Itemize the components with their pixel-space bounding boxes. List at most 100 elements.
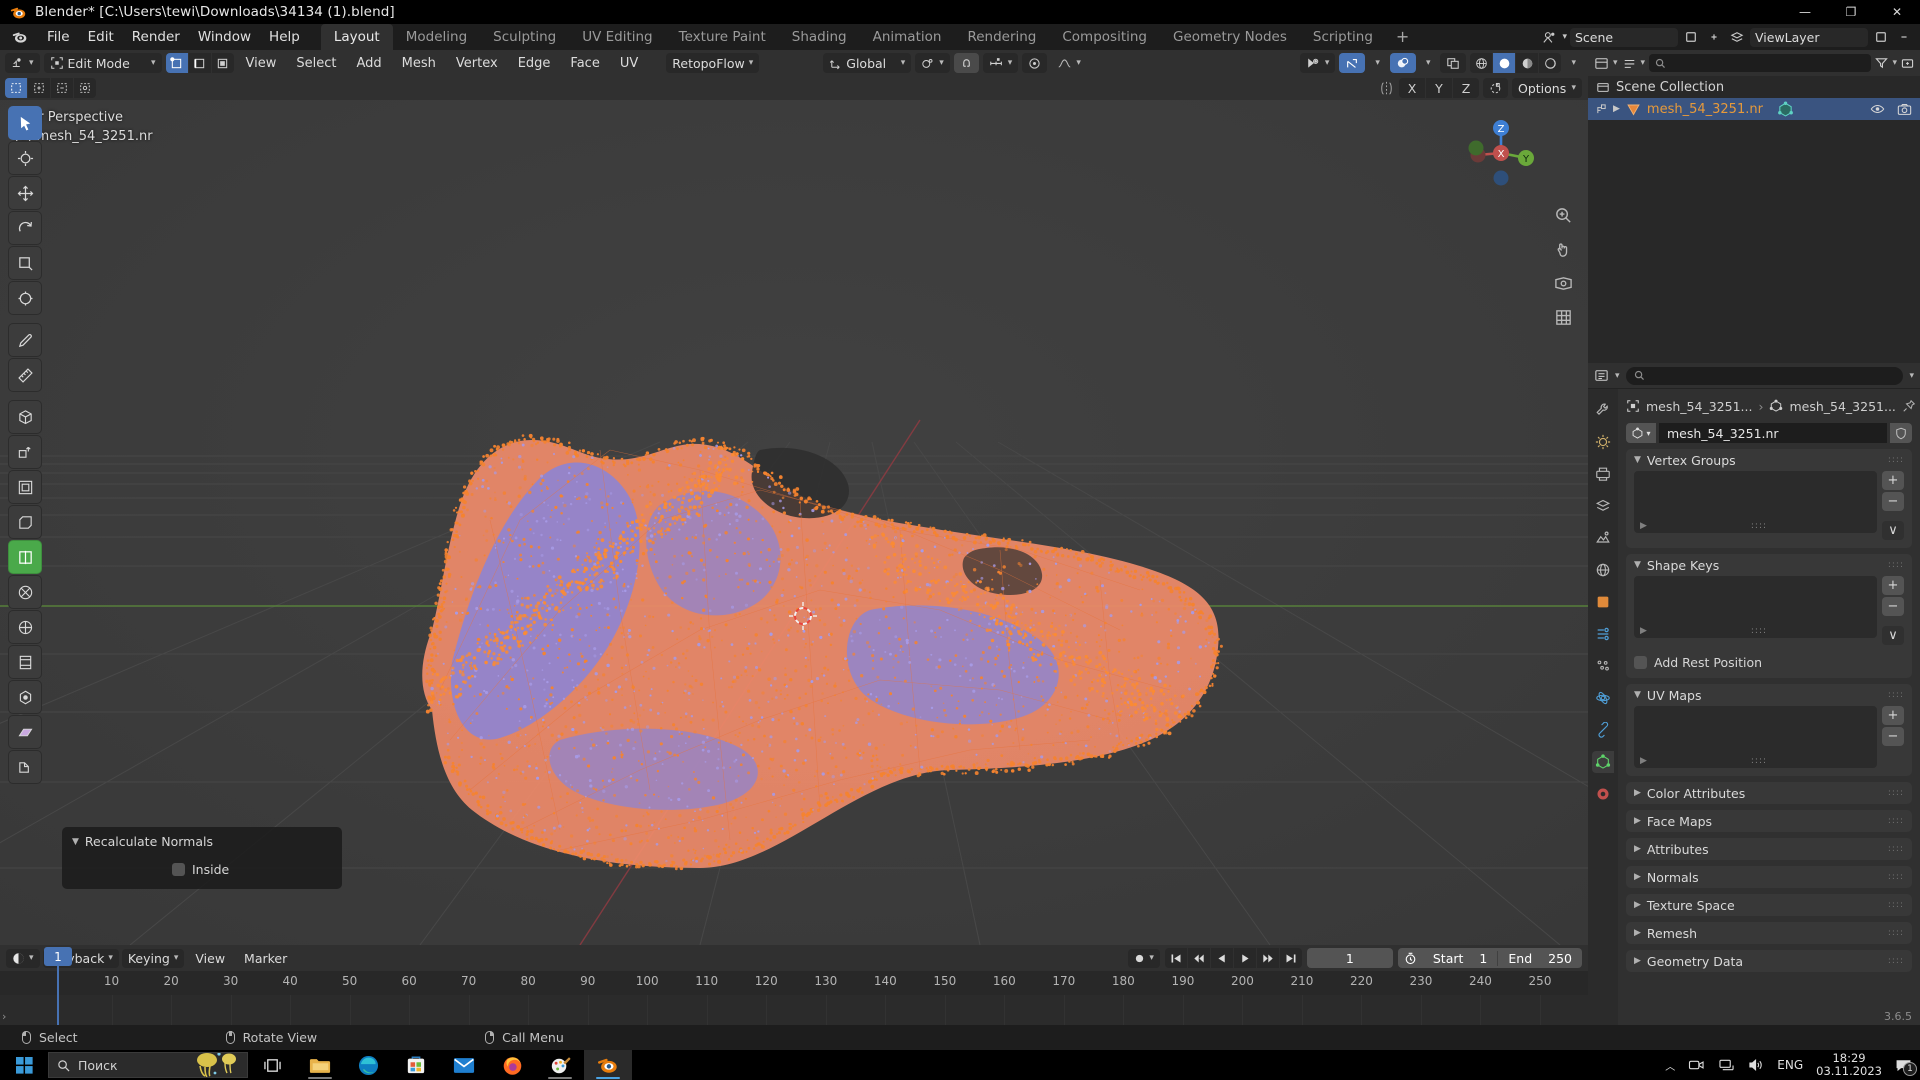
volume-icon[interactable]	[1748, 1058, 1764, 1072]
scene-unlink-icon[interactable]	[1704, 28, 1724, 47]
current-frame-field[interactable]: 1	[1306, 948, 1393, 968]
taskbar-clock[interactable]: 18:29 03.11.2023	[1816, 1052, 1882, 1078]
tool-transform[interactable]	[8, 281, 42, 315]
outliner-type-chevron-icon[interactable]: ▾	[1613, 58, 1618, 68]
tool-scale[interactable]	[8, 246, 42, 280]
tab-modifier-properties[interactable]	[1592, 623, 1614, 645]
navigation-gizmo[interactable]: Z Y X	[1460, 112, 1542, 194]
action-center-icon[interactable]: 1	[1895, 1058, 1917, 1076]
shading-material-preview-icon[interactable]	[1516, 53, 1539, 73]
viewport-menu-edge[interactable]: Edge	[510, 54, 559, 73]
operator-panel-header[interactable]: ▼ Recalculate Normals	[72, 834, 332, 849]
add-workspace-button[interactable]: +	[1386, 26, 1419, 48]
zoom-icon[interactable]	[1550, 202, 1576, 228]
expand-arrow-icon[interactable]: ▶	[1640, 756, 1647, 766]
tab-material-properties[interactable]	[1592, 783, 1614, 805]
mirror-axis-z[interactable]: Z	[1453, 78, 1479, 98]
viewport-menu-uv[interactable]: UV	[612, 54, 646, 73]
editor-type-selector[interactable]: ▾	[5, 53, 40, 73]
tab-compositing[interactable]: Compositing	[1049, 24, 1160, 50]
breadcrumb-object-name[interactable]: mesh_54_3251...	[1646, 399, 1752, 414]
tool-poly-build[interactable]	[8, 610, 42, 644]
properties-body[interactable]: mesh_54_3251... › mesh_54_3251... ▾ mesh…	[1618, 389, 1920, 1025]
tab-layout[interactable]: Layout	[320, 24, 393, 50]
tab-sculpting[interactable]: Sculpting	[480, 24, 569, 50]
jump-to-start-button[interactable]	[1164, 948, 1187, 968]
expand-arrow-icon[interactable]: ▶	[1640, 521, 1647, 531]
proportional-falloff-selector[interactable]: ▾	[1051, 53, 1087, 73]
panel-color-attributes-header[interactable]: ▶ Color Attributes ::::	[1626, 782, 1912, 804]
view-layer-icon[interactable]	[1727, 28, 1747, 47]
mirror-axis-x[interactable]: X	[1399, 78, 1425, 98]
show-overlays-toggle[interactable]	[1389, 53, 1416, 73]
disable-in-renders-icon[interactable]	[1897, 103, 1912, 116]
network-icon[interactable]	[1718, 1058, 1735, 1072]
properties-options-chevron-icon[interactable]: ▾	[1909, 371, 1914, 381]
remove-uv-map-button[interactable]: −	[1882, 727, 1904, 746]
screen-recorder-icon[interactable]	[1688, 1058, 1705, 1072]
outliner-search-input[interactable]	[1649, 54, 1872, 72]
uv-mirror-toggle[interactable]	[1483, 78, 1508, 98]
tab-render-properties[interactable]	[1592, 431, 1614, 453]
panel-face-maps[interactable]: ▶ Face Maps ::::	[1626, 810, 1912, 832]
inside-checkbox[interactable]	[172, 863, 185, 876]
timeline-ruler[interactable]: 10 20 30 40 50 60 70 80 90 100 110 120 130 140 150 160 1…	[0, 971, 1588, 995]
timeline-menu-marker[interactable]: Marker	[236, 949, 295, 968]
tab-animation[interactable]: Animation	[860, 24, 955, 50]
tool-annotate[interactable]	[8, 323, 42, 357]
panel-color-attributes[interactable]: ▶ Color Attributes ::::	[1626, 782, 1912, 804]
outliner-object-name[interactable]: mesh_54_3251.nr	[1647, 102, 1763, 117]
tab-scripting[interactable]: Scripting	[1300, 24, 1386, 50]
taskbar-microsoft-edge-button[interactable]	[344, 1050, 392, 1080]
properties-search-input[interactable]	[1625, 366, 1904, 385]
jump-to-prev-keyframe-button[interactable]	[1187, 948, 1210, 968]
viewport-canvas[interactable]	[0, 50, 1588, 945]
view-layer-remove-icon[interactable]	[1894, 28, 1914, 47]
overlay-options-chevron-icon[interactable]: ▾	[1420, 53, 1437, 73]
operator-inside-row[interactable]: Inside	[72, 862, 332, 877]
retopoflow-menu[interactable]: RetopoFlow ▾	[666, 53, 760, 73]
tab-constraint-properties[interactable]	[1592, 719, 1614, 741]
tab-shading[interactable]: Shading	[779, 24, 860, 50]
end-frame-field[interactable]: End 250	[1498, 951, 1582, 966]
tool-shear[interactable]	[8, 715, 42, 749]
panel-vertex-groups[interactable]: ▼ Vertex Groups :::: ▶ :::: + − ∨	[1626, 449, 1912, 548]
xray-toggle[interactable]	[1440, 53, 1467, 73]
timeline-editor-type-selector[interactable]: ▾	[6, 948, 40, 968]
tab-view-layer-properties[interactable]	[1592, 495, 1614, 517]
remove-shape-key-button[interactable]: −	[1882, 597, 1904, 616]
menu-window[interactable]: Window	[189, 26, 260, 48]
properties-type-chevron-icon[interactable]: ▾	[1615, 371, 1620, 381]
tool-extrude-region[interactable]	[8, 435, 42, 469]
select-difference-icon[interactable]	[74, 78, 96, 98]
auto-keying-toggle[interactable]: ▾	[1128, 948, 1160, 968]
taskbar-mail-button[interactable]	[440, 1050, 488, 1080]
tab-rendering[interactable]: Rendering	[954, 24, 1049, 50]
outliner-filter-icon[interactable]	[1875, 57, 1889, 69]
use-preview-range-icon[interactable]	[1398, 952, 1423, 965]
interaction-mode-selector[interactable]: Edit Mode ▾	[43, 53, 162, 73]
tool-move[interactable]	[8, 176, 42, 210]
taskbar-paint-button[interactable]	[536, 1050, 584, 1080]
vertex-groups-list[interactable]: ▶ ::::	[1634, 471, 1877, 533]
tool-rotate[interactable]	[8, 211, 42, 245]
tab-tool-properties[interactable]	[1592, 399, 1614, 421]
timeline-track-area[interactable]: ›	[0, 995, 1588, 1025]
uv-maps-list[interactable]: ▶ ::::	[1634, 706, 1877, 768]
shading-wireframe-icon[interactable]	[1470, 53, 1493, 73]
tool-spin[interactable]	[8, 645, 42, 679]
operator-redo-panel[interactable]: ▼ Recalculate Normals Inside	[62, 827, 342, 889]
viewport-menu-add[interactable]: Add	[349, 54, 390, 73]
select-subtract-icon[interactable]	[51, 78, 73, 98]
language-indicator[interactable]: ENG	[1777, 1058, 1803, 1072]
play-reverse-button[interactable]	[1210, 948, 1233, 968]
shading-rendered-icon[interactable]	[1539, 53, 1562, 73]
tool-knife[interactable]	[8, 575, 42, 609]
viewport-menu-view[interactable]: View	[238, 54, 285, 73]
gizmo-options-chevron-icon[interactable]: ▾	[1369, 53, 1386, 73]
outliner-scene-collection-row[interactable]: Scene Collection	[1588, 76, 1920, 98]
view-layer-field[interactable]: ViewLayer	[1750, 27, 1868, 47]
outliner-object-row[interactable]: ▶ mesh_54_3251.nr	[1588, 98, 1920, 120]
add-rest-position-row[interactable]: Add Rest Position	[1626, 653, 1912, 678]
panel-shape-keys[interactable]: ▼ Shape Keys :::: ▶ :::: + − ∨ Add Rest …	[1626, 554, 1912, 678]
